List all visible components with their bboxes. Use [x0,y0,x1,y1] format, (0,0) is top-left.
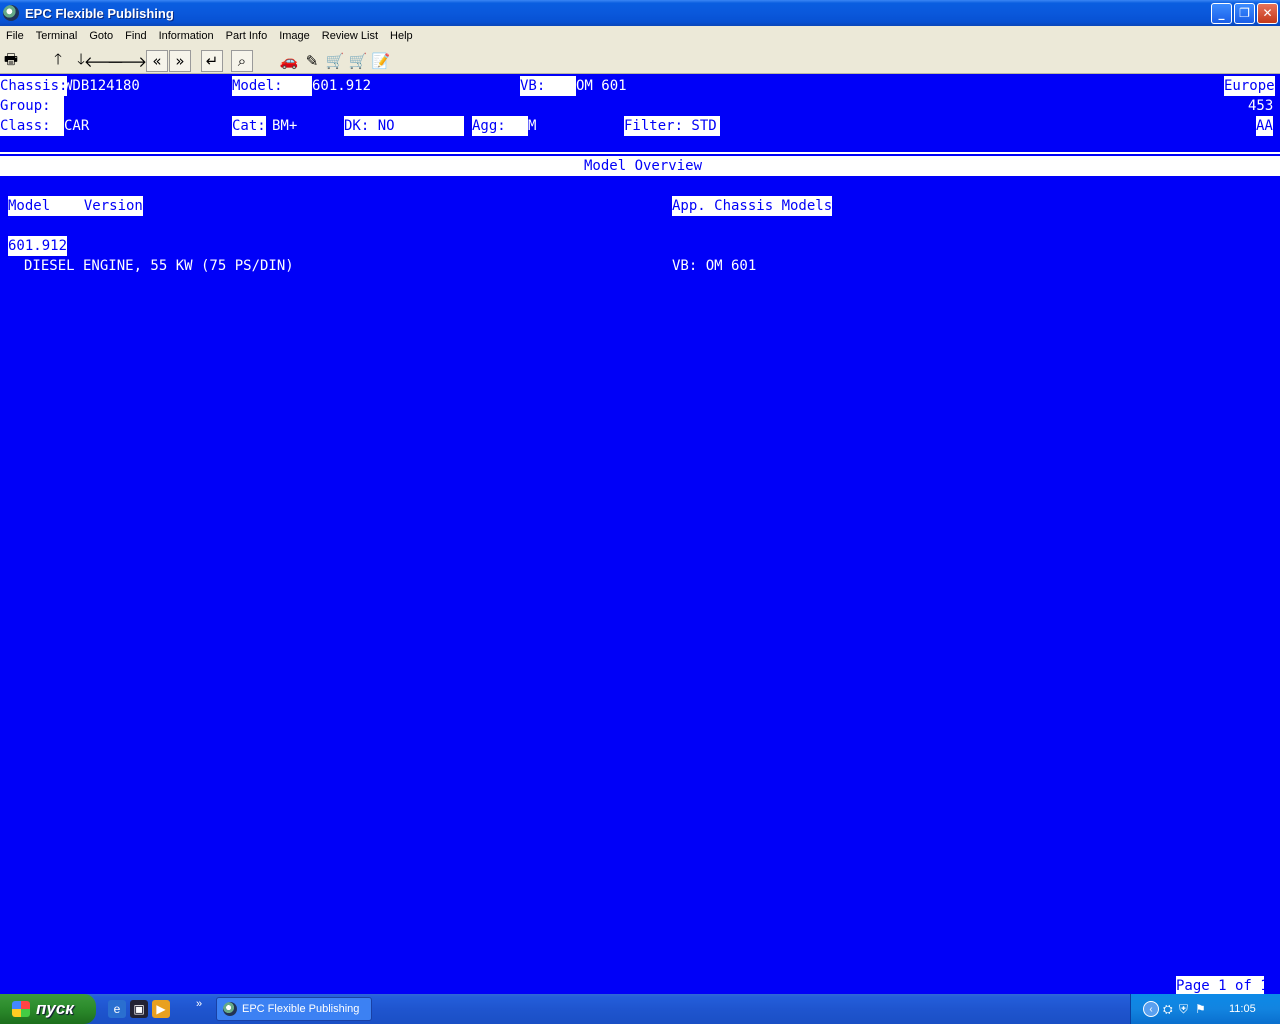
column-app-chassis-models: App. Chassis Models [672,196,833,216]
task-label: EPC Flexible Publishing [242,1003,360,1015]
edit-note-icon[interactable]: ✎ [301,50,323,72]
cart-icon[interactable]: 🛒 [324,50,346,72]
region-badge: Europe [1224,76,1275,96]
tray-app-icon[interactable]: ⚑ [1195,1002,1206,1016]
toolbar: 🖶 🡑 🡓 🡐 🡒 « » ↵ ⌕ 🚗 ✎ 🛒 🛒 📝 [0,46,1280,74]
media-player-icon[interactable]: ▶ [152,1000,170,1018]
print-icon[interactable]: 🖶 [0,50,22,72]
language-badge: AA [1256,116,1273,136]
notes-icon[interactable]: 📝 [370,50,392,72]
double-right-icon[interactable]: » [169,50,191,72]
taskbar: пуск e ▣ ▶ » EPC Flexible Publishing RU … [0,994,1280,1024]
cat-value[interactable]: BM+ [272,116,297,136]
search-icon[interactable]: ⌕ [231,50,253,72]
filter-field[interactable]: Filter: STD [624,116,720,136]
windows-logo-icon [12,1001,30,1017]
menu-file[interactable]: File [0,30,30,42]
page-indicator: Page 1 of 1 [1176,976,1269,996]
start-button[interactable]: пуск [0,994,96,1024]
menu-goto[interactable]: Goto [83,30,119,42]
close-button[interactable]: ✕ [1257,2,1278,24]
double-left-icon[interactable]: « [146,50,168,72]
cart-remove-icon[interactable]: 🛒 [347,50,369,72]
agg-value[interactable]: M [528,116,536,136]
group-label: Group: [0,96,64,116]
model-entry[interactable]: 601.912 [8,236,68,256]
app-icon [223,1002,237,1016]
menu-review-list[interactable]: Review List [316,30,384,42]
menu-help[interactable]: Help [384,30,419,42]
app-chassis-entry: VB: OM 601 [672,258,757,274]
model-value[interactable]: 601.912 [312,76,371,96]
vb-label: VB: [520,76,576,96]
header-divider [0,152,1280,154]
ie-icon[interactable]: e [108,1000,126,1018]
agg-label: Agg: [472,116,528,136]
enter-icon[interactable]: ↵ [201,50,223,72]
window-title: EPC Flexible Publishing [25,5,174,21]
menu-image[interactable]: Image [273,30,316,42]
group-code: 453 [1248,98,1274,114]
task-epc[interactable]: EPC Flexible Publishing [216,997,372,1021]
start-label: пуск [36,999,74,1018]
vb-value[interactable]: OM 601 [576,76,627,96]
restore-button[interactable]: ❐ [1234,2,1255,24]
menu-part-info[interactable]: Part Info [220,30,274,42]
chassis-value[interactable]: WDB124180 [64,76,140,96]
column-model-version: Model Version [8,196,143,216]
vehicle-icon[interactable]: 🚗 [278,50,300,72]
class-value[interactable]: CAR [64,116,89,136]
terminal-screen: Chassis: WDB124180 Model: 601.912 VB: OM… [0,74,1280,996]
system-tray: ‹ ⛭ ⛨ ⚑ 11:05 [1130,994,1280,1024]
menu-information[interactable]: Information [153,30,220,42]
chassis-label: Chassis: [0,76,68,96]
menu-bar: File Terminal Goto Find Information Part… [0,26,1280,46]
minimize-button[interactable]: _ [1211,2,1232,24]
clock[interactable]: 11:05 [1229,1003,1256,1015]
tray-expand-icon[interactable]: ‹ [1143,1001,1159,1017]
security-icon[interactable]: ⛨ [1179,1002,1188,1017]
arrow-up-icon[interactable]: 🡑 [47,50,69,72]
arrow-right-icon[interactable]: 🡒 [107,50,147,72]
quicklaunch-more-icon[interactable]: » [196,998,202,1010]
menu-terminal[interactable]: Terminal [30,30,84,42]
dk-field[interactable]: DK: NO [344,116,464,136]
cat-label: Cat: [232,116,266,136]
network-icon[interactable]: ⛭ [1163,1002,1173,1017]
title-bar: EPC Flexible Publishing _ ❐ ✕ [0,0,1280,26]
menu-find[interactable]: Find [119,30,152,42]
page-title: Model Overview [584,156,703,176]
model-label: Model: [232,76,312,96]
class-label: Class: [0,116,64,136]
app-icon [3,5,19,21]
desktop-icon[interactable]: ▣ [130,1000,148,1018]
model-description: DIESEL ENGINE, 55 KW (75 PS/DIN) [24,258,294,274]
